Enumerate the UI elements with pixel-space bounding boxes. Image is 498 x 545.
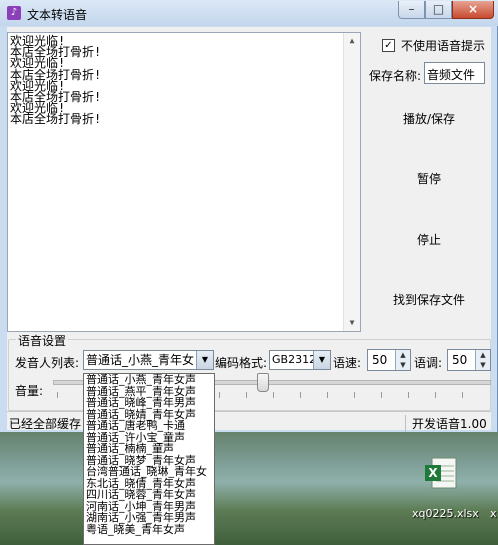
- pitch-up-icon[interactable]: ▲: [476, 350, 490, 360]
- scroll-down-icon[interactable]: ▼: [344, 315, 360, 331]
- scroll-up-icon[interactable]: ▲: [344, 33, 360, 49]
- speaker-option[interactable]: 台湾普通话_晓琳_青年女: [84, 466, 214, 478]
- pitch-stepper[interactable]: 50 ▲ ▼: [447, 349, 491, 371]
- close-button[interactable]: ×: [452, 1, 494, 19]
- excel-file-icon[interactable]: X: [424, 456, 458, 490]
- status-left-text: 已经全部缓存: [9, 417, 82, 431]
- pitch-down-icon[interactable]: ▼: [476, 360, 490, 370]
- status-bar: 已经全部缓存 开发语音1.00: [7, 411, 491, 432]
- vertical-scrollbar[interactable]: ▲ ▼: [343, 33, 360, 331]
- encoding-select-value: GB2312: [272, 353, 317, 366]
- speaker-option[interactable]: 普通话_小燕_青年女声: [84, 374, 214, 386]
- svg-text:X: X: [428, 466, 438, 480]
- speaker-option[interactable]: 湖南话_小强_青年男声: [84, 512, 214, 524]
- volume-label: 音量:: [15, 384, 44, 398]
- chevron-down-icon[interactable]: ▼: [196, 351, 213, 369]
- pause-button[interactable]: 暂停: [369, 170, 489, 187]
- save-name-label: 保存名称:: [369, 69, 422, 83]
- speaker-select-value: 普通话_小燕_青年女: [86, 353, 195, 367]
- pitch-label: 语调:: [414, 356, 443, 370]
- voice-settings-title: 语音设置: [16, 332, 69, 349]
- speaker-list-label: 发音人列表:: [15, 356, 80, 370]
- window-client-area: 欢迎光临! 本店全场打骨折! 欢迎光临! 本店全场打骨折! 欢迎光临! 本店全场打骨折! 欢…: [7, 27, 491, 432]
- no-voice-prompt-checkbox[interactable]: ✓: [382, 39, 395, 52]
- speed-up-icon[interactable]: ▲: [396, 350, 410, 360]
- volume-slider-thumb[interactable]: [257, 373, 270, 392]
- speaker-dropdown-list[interactable]: 普通话_小燕_青年女声 普通话_燕平_青年女声 普通话_晓峰_青年男声 普通话_晓婧_…: [83, 373, 215, 545]
- speaker-option[interactable]: 四川话_晓蓉_青年女声: [84, 489, 214, 501]
- speed-stepper[interactable]: 50 ▲ ▼: [367, 349, 411, 371]
- speed-label: 语速:: [333, 356, 362, 370]
- encoding-select[interactable]: GB2312 ▼: [269, 350, 331, 370]
- status-version-text: 开发语音1.00: [405, 415, 487, 432]
- desktop-file-label[interactable]: xq0225.xlsx: [412, 507, 479, 520]
- speed-value: 50: [372, 353, 388, 367]
- chevron-down-icon[interactable]: ▼: [313, 351, 330, 369]
- speaker-option[interactable]: 普通话_唐老鸭_卡通: [84, 420, 214, 432]
- speed-down-icon[interactable]: ▼: [396, 360, 410, 370]
- find-saved-file-button[interactable]: 找到保存文件: [369, 291, 489, 308]
- stop-button[interactable]: 停止: [369, 231, 489, 248]
- minimize-button[interactable]: –: [398, 1, 425, 19]
- app-window: ♪ 文本转语音 – □ × 欢迎光临! 本店全场打骨折! 欢迎光临! 本店全场打骨折!…: [0, 0, 498, 432]
- speaker-option[interactable]: 普通话_晓峰_青年男声: [84, 397, 214, 409]
- text-line: 本店全场打骨折!: [10, 112, 102, 127]
- text-input-area[interactable]: 欢迎光临! 本店全场打骨折! 欢迎光临! 本店全场打骨折! 欢迎光临! 本店全场打骨折! 欢…: [7, 32, 361, 332]
- maximize-button[interactable]: □: [425, 1, 452, 19]
- play-save-button[interactable]: 播放/保存: [369, 110, 489, 127]
- title-bar[interactable]: ♪ 文本转语音 – □ ×: [0, 0, 498, 26]
- no-voice-prompt-option[interactable]: ✓ 不使用语音提示: [382, 37, 485, 54]
- pitch-value: 50: [452, 353, 468, 367]
- microphone-icon: ♪: [7, 6, 21, 20]
- speaker-option[interactable]: 粤语_晓美_青年女声: [84, 523, 214, 536]
- voice-settings-group: 语音设置: [8, 332, 491, 411]
- save-name-input[interactable]: 音频文件: [424, 62, 485, 84]
- speaker-select[interactable]: 普通话_小燕_青年女 ▼: [83, 350, 214, 370]
- text-content: 欢迎光临! 本店全场打骨折! 欢迎光临! 本店全场打骨折! 欢迎光临! 本店全场打骨折! 欢…: [10, 35, 102, 127]
- no-voice-prompt-label: 不使用语音提示: [401, 39, 486, 53]
- desktop-file-label-partial[interactable]: x: [490, 507, 497, 520]
- speaker-option[interactable]: 普通话_楠楠_童声: [84, 443, 214, 455]
- window-title: 文本转语音: [27, 8, 88, 22]
- encoding-label: 编码格式:: [215, 356, 268, 370]
